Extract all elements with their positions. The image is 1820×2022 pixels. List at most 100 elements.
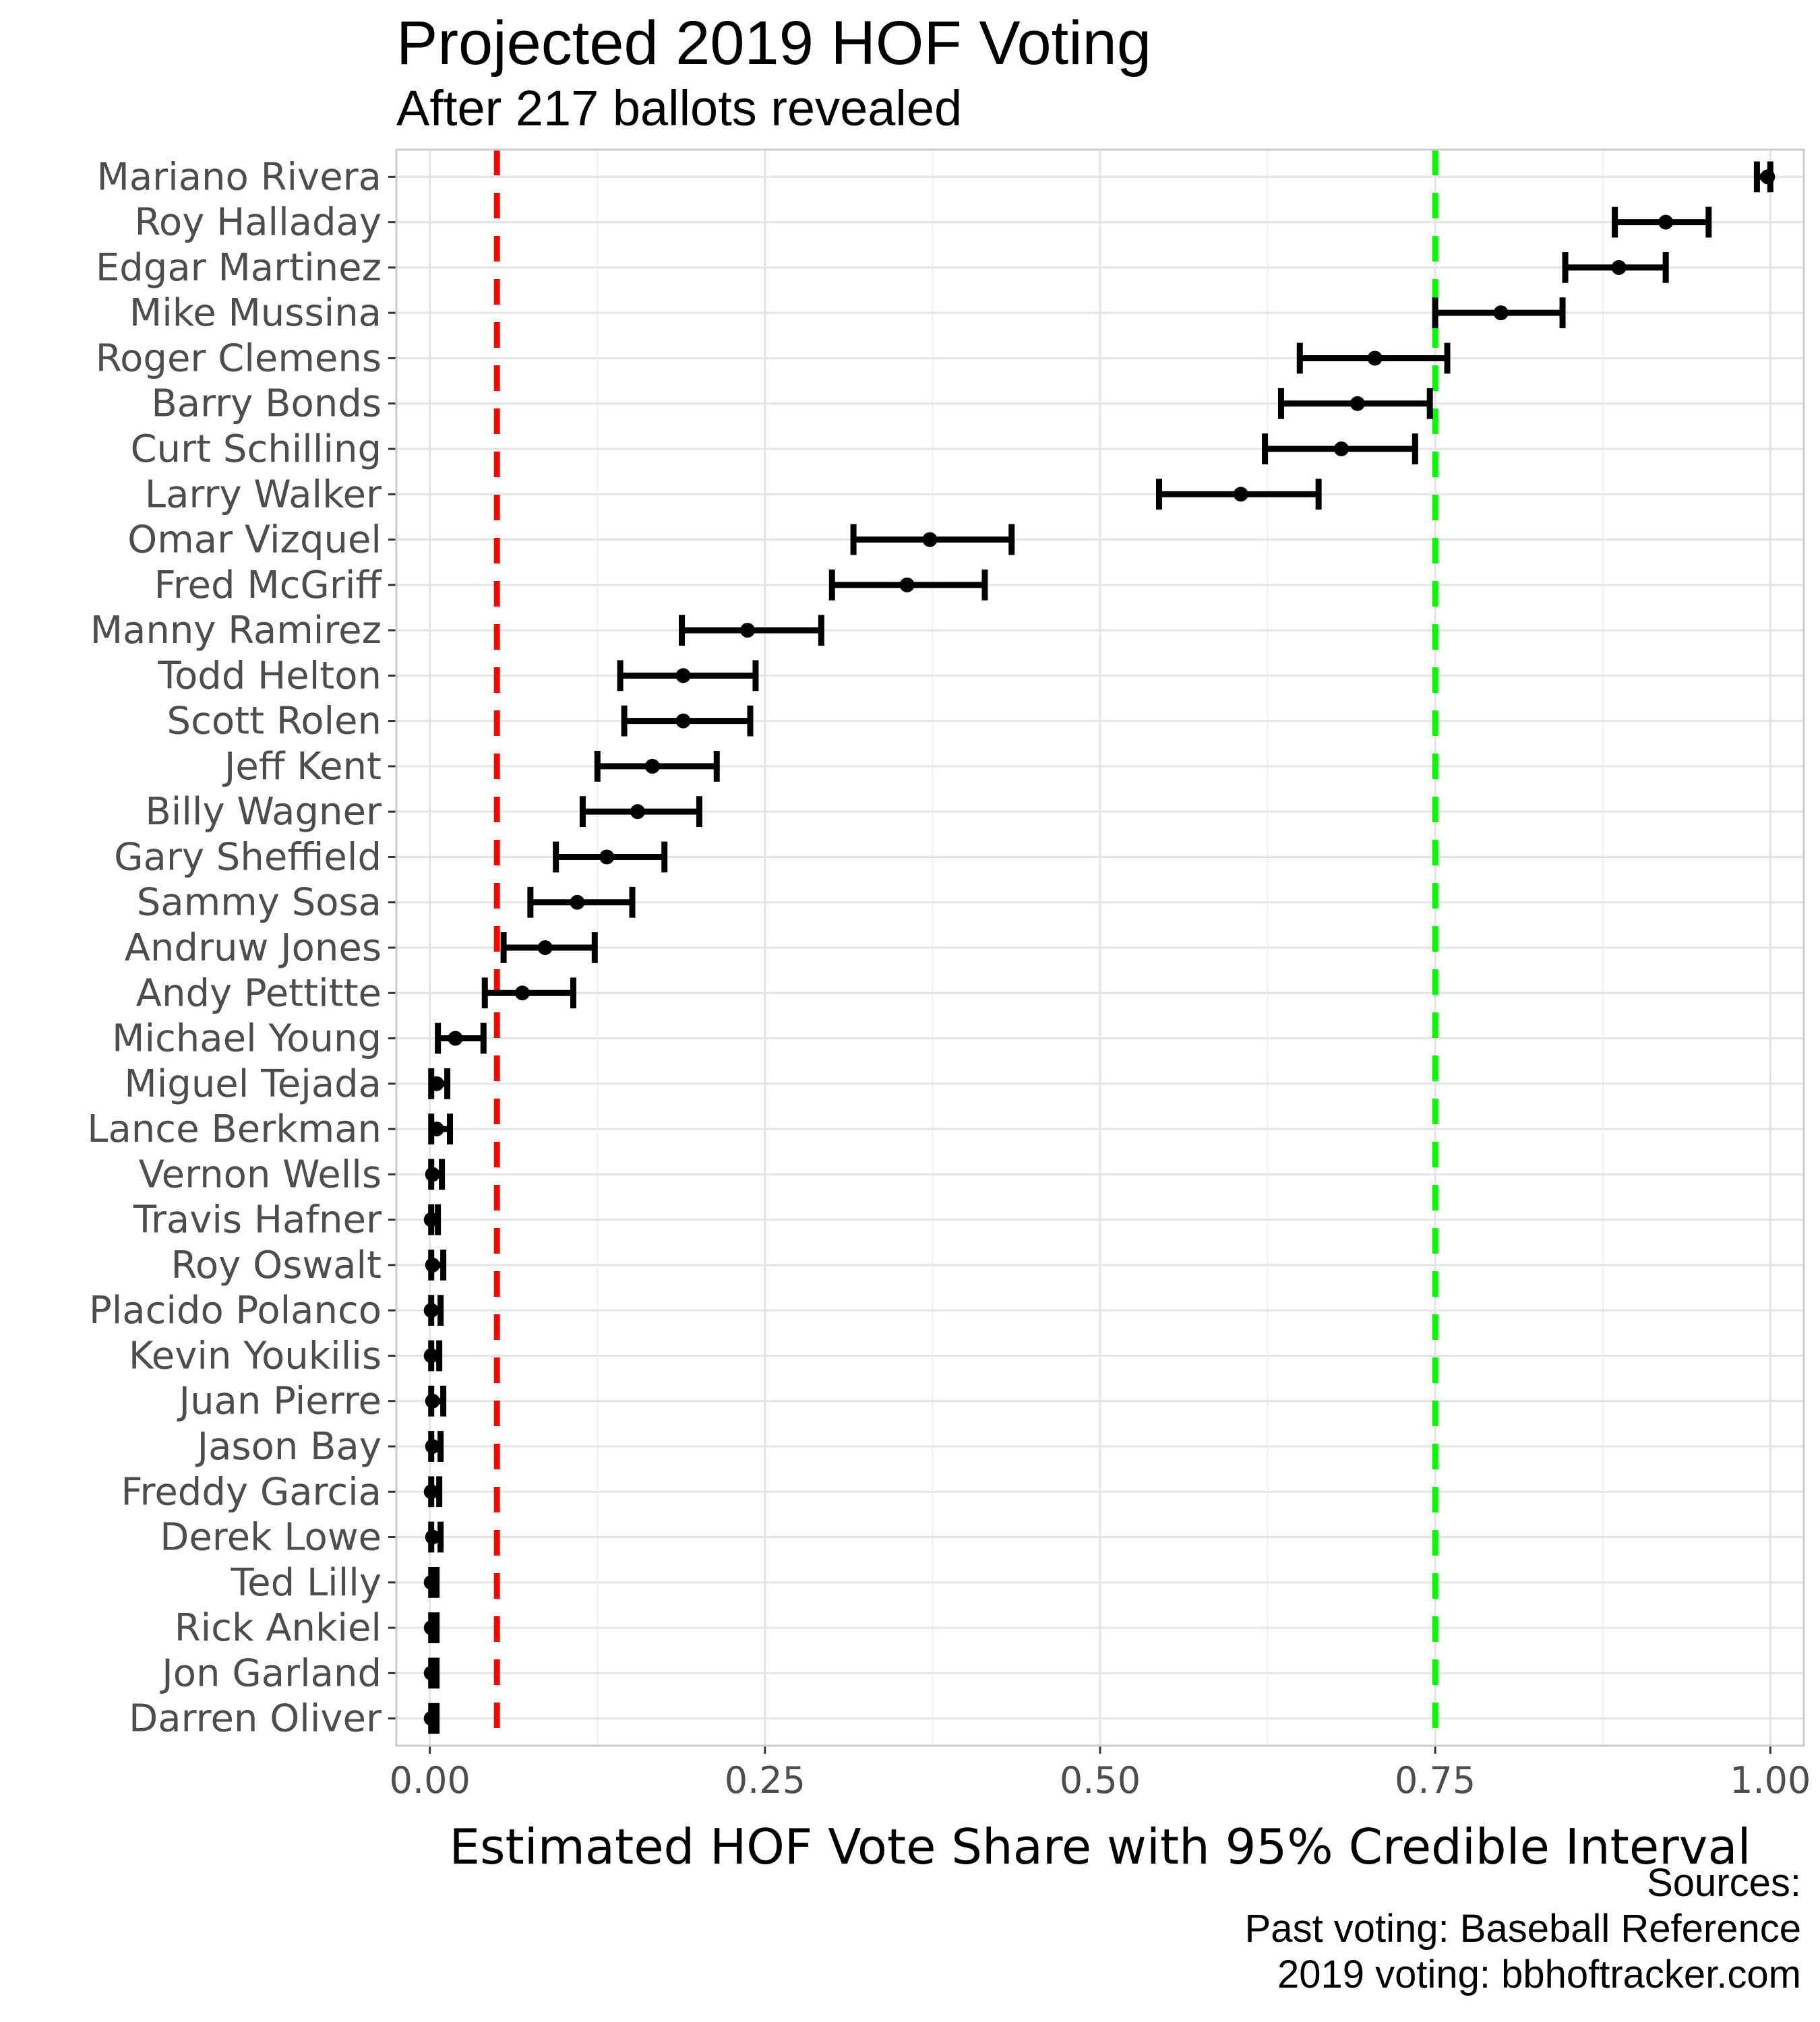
y-tick-label: Roger Clemens bbox=[96, 336, 382, 380]
y-tick-label: Lance Berkman bbox=[87, 1107, 382, 1151]
point-range bbox=[1296, 342, 1451, 374]
estimate-point bbox=[423, 1348, 439, 1364]
estimate-point bbox=[425, 1529, 440, 1545]
y-tick-label: Jason Bay bbox=[195, 1425, 382, 1469]
point-range bbox=[423, 1476, 443, 1508]
point-range bbox=[553, 841, 668, 873]
x-tick-label: 0.75 bbox=[1395, 1759, 1476, 1802]
estimate-point bbox=[1658, 214, 1674, 230]
y-tick-label: Vernon Wells bbox=[139, 1153, 382, 1196]
point-range bbox=[1262, 433, 1418, 464]
y-tick-label: Jeff Kent bbox=[222, 745, 382, 789]
point-range bbox=[1155, 479, 1322, 510]
point-range bbox=[435, 1022, 487, 1054]
y-tick-label: Edgar Martinez bbox=[96, 246, 382, 290]
y-tick-label: Andruw Jones bbox=[125, 926, 382, 970]
estimate-point bbox=[1333, 441, 1349, 456]
estimate-point bbox=[1611, 259, 1627, 275]
y-tick-label: Darren Oliver bbox=[129, 1697, 382, 1741]
point-range bbox=[423, 1204, 442, 1235]
point-range bbox=[428, 1113, 454, 1144]
y-tick-label: Mike Mussina bbox=[129, 291, 382, 335]
estimate-point bbox=[423, 1484, 439, 1500]
y-tick-label: Roy Oswalt bbox=[171, 1244, 382, 1287]
y-tick-label: Travis Hafner bbox=[133, 1198, 382, 1242]
estimate-point bbox=[425, 1393, 440, 1409]
y-tick-label: Andy Pettitte bbox=[136, 971, 382, 1015]
estimate-point bbox=[425, 1167, 440, 1182]
estimate-point bbox=[675, 668, 691, 683]
estimate-point bbox=[1760, 169, 1776, 185]
estimate-point bbox=[1493, 305, 1509, 321]
point-range bbox=[1612, 206, 1712, 238]
y-tick-label: Roy Halladay bbox=[135, 201, 382, 245]
y-tick-label: Ted Lilly bbox=[230, 1561, 382, 1605]
y-tick-label: Derek Lowe bbox=[160, 1516, 382, 1560]
point-range bbox=[527, 886, 636, 918]
x-tick-label: 0.25 bbox=[725, 1759, 806, 1802]
y-tick-label: Mariano Rivera bbox=[97, 155, 382, 199]
estimate-point bbox=[630, 804, 645, 820]
y-tick-label: Kevin Youkilis bbox=[129, 1334, 382, 1378]
point-range bbox=[425, 1431, 444, 1462]
point-range bbox=[579, 796, 702, 828]
x-axis-labels: 0.00 0.25 0.50 0.75 1.00 bbox=[390, 1746, 1811, 1802]
point-range bbox=[423, 1295, 444, 1326]
estimate-point bbox=[570, 894, 585, 910]
estimate-point bbox=[537, 940, 553, 955]
point-range bbox=[423, 1703, 440, 1734]
caption-line: Past voting: Baseball Reference bbox=[1244, 1907, 1801, 1951]
estimate-point bbox=[922, 532, 938, 547]
estimate-point bbox=[644, 758, 660, 774]
estimate-point bbox=[675, 713, 691, 729]
estimate-point bbox=[425, 1439, 440, 1454]
point-range bbox=[1753, 161, 1776, 193]
grid-lines bbox=[396, 150, 1804, 1746]
y-tick-label: Manny Ramirez bbox=[90, 609, 382, 652]
y-tick-label: Scott Rolen bbox=[167, 700, 382, 743]
point-range bbox=[425, 1521, 444, 1553]
point-range bbox=[425, 1159, 446, 1190]
point-range bbox=[594, 751, 720, 782]
y-tick-label: Barry Bonds bbox=[151, 382, 382, 426]
estimate-point bbox=[423, 1711, 439, 1726]
estimate-point bbox=[429, 1122, 444, 1137]
point-range bbox=[425, 1385, 447, 1417]
x-tick-label: 1.00 bbox=[1730, 1759, 1811, 1802]
estimate-point bbox=[423, 1212, 439, 1227]
y-axis-labels: Mariano RiveraRoy HalladayEdgar Martinez… bbox=[87, 155, 396, 1741]
estimate-point bbox=[1233, 487, 1248, 502]
y-tick-label: Juan Pierre bbox=[177, 1380, 382, 1423]
y-tick-label: Jon Garland bbox=[160, 1651, 382, 1695]
point-range bbox=[617, 660, 759, 692]
point-range bbox=[423, 1340, 443, 1372]
y-tick-label: Miguel Tejada bbox=[124, 1062, 382, 1106]
estimate-point bbox=[899, 577, 915, 592]
estimate-point bbox=[1349, 396, 1365, 411]
estimate-point bbox=[423, 1303, 439, 1318]
y-tick-label: Billy Wagner bbox=[145, 790, 382, 834]
point-range bbox=[828, 569, 988, 601]
y-tick-label: Larry Walker bbox=[145, 472, 382, 516]
y-tick-label: Placido Polanco bbox=[89, 1289, 382, 1332]
point-range bbox=[679, 615, 824, 646]
estimate-point bbox=[425, 1257, 440, 1273]
y-tick-label: Omar Vizquel bbox=[127, 518, 382, 562]
y-tick-label: Michael Young bbox=[112, 1017, 382, 1061]
y-tick-label: Todd Helton bbox=[157, 654, 382, 698]
point-range bbox=[1562, 252, 1669, 283]
point-range bbox=[500, 932, 598, 963]
y-tick-label: Curt Schilling bbox=[131, 427, 382, 471]
y-tick-label: Sammy Sosa bbox=[137, 881, 382, 925]
estimate-point bbox=[740, 623, 756, 638]
x-tick-label: 0.00 bbox=[390, 1759, 471, 1802]
estimate-point bbox=[1367, 350, 1383, 366]
point-range bbox=[428, 1068, 451, 1099]
x-tick-label: 0.50 bbox=[1060, 1759, 1141, 1802]
estimate-point bbox=[423, 1574, 439, 1590]
caption: Sources: Past voting: Baseball Reference… bbox=[1245, 1860, 1801, 1998]
point-range bbox=[1277, 388, 1433, 419]
y-tick-label: Freddy Garcia bbox=[121, 1470, 382, 1514]
chart-area: Mariano RiveraRoy HalladayEdgar Martinez… bbox=[87, 148, 1811, 1875]
estimate-point bbox=[514, 985, 530, 1001]
